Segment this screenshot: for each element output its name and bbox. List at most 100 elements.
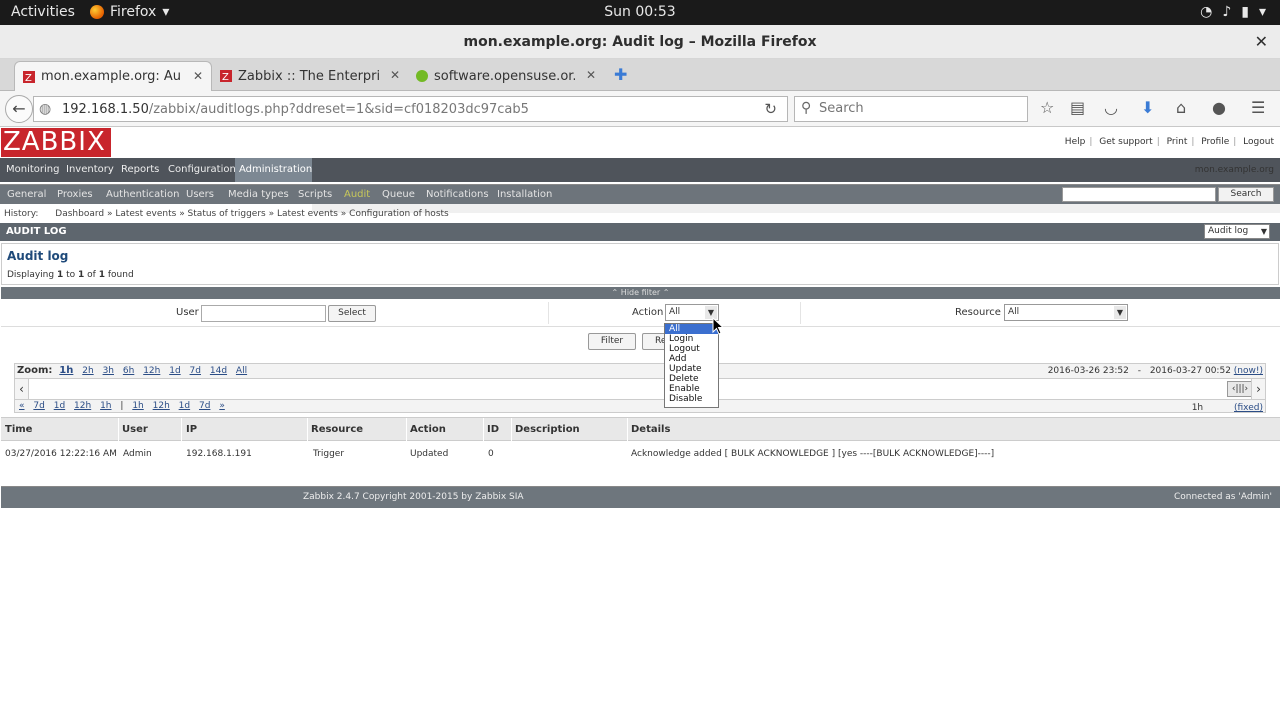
column-header-user: User <box>122 424 148 435</box>
downloads-arrow-icon[interactable]: ⬇ <box>1141 98 1154 117</box>
now-link[interactable]: (now!) <box>1234 366 1263 376</box>
system-tray[interactable]: ◔ ♪ ▮ ▾ <box>1200 4 1266 20</box>
action-option-enable[interactable]: Enable <box>665 384 718 394</box>
profile-link[interactable]: Profile <box>1201 137 1229 147</box>
action-option-update[interactable]: Update <box>665 364 718 374</box>
print-link[interactable]: Print <box>1167 137 1188 147</box>
nav-back-1d[interactable]: 1d <box>54 401 65 411</box>
submenu-audit[interactable]: Audit <box>344 189 370 200</box>
url-bar[interactable]: ◍ 192.168.1.50/zabbix/auditlogs.php?ddre… <box>33 96 788 122</box>
close-tab-icon[interactable]: ✕ <box>586 68 596 82</box>
tab-software-opensuse[interactable]: software.opensuse.or... ✕ <box>408 61 604 91</box>
action-option-add[interactable]: Add <box>665 354 718 364</box>
get-support-link[interactable]: Get support <box>1099 137 1152 147</box>
zoom-current[interactable]: 1h <box>59 365 73 376</box>
new-tab-plus-icon[interactable]: ✚ <box>614 65 627 84</box>
site-info-icon[interactable]: ◍ <box>39 101 51 117</box>
footer-connected-as: Connected as 'Admin' <box>1173 492 1272 502</box>
nav-fwd-7d[interactable]: 7d <box>199 401 210 411</box>
nav-back-7d[interactable]: 7d <box>33 401 44 411</box>
zoom-1d[interactable]: 1d <box>169 366 180 376</box>
web-search-input[interactable] <box>817 100 1017 117</box>
home-icon[interactable]: ⌂ <box>1176 98 1186 117</box>
column-header-time: Time <box>5 424 33 435</box>
close-tab-icon[interactable]: ✕ <box>193 69 203 83</box>
menu-reports[interactable]: Reports <box>117 158 163 182</box>
submenu-scripts[interactable]: Scripts <box>298 189 332 200</box>
logout-link[interactable]: Logout <box>1243 137 1274 147</box>
menu-administration[interactable]: Administration <box>235 158 312 182</box>
submenu-authentication[interactable]: Authentication <box>106 189 179 200</box>
reading-list-icon[interactable]: ▤ <box>1070 98 1085 117</box>
hamburger-menu-icon[interactable]: ☰ <box>1251 98 1265 117</box>
zoom-6h[interactable]: 6h <box>123 366 134 376</box>
activities-button[interactable]: Activities <box>11 4 75 20</box>
user-filter-label: User <box>176 307 199 318</box>
menu-inventory[interactable]: Inventory <box>62 158 118 182</box>
submenu-notifications[interactable]: Notifications <box>426 189 489 200</box>
zoom-3h[interactable]: 3h <box>103 366 114 376</box>
audit-view-select[interactable]: Audit log ▼ <box>1204 224 1270 239</box>
zoom-12h[interactable]: 12h <box>143 366 160 376</box>
menu-monitoring[interactable]: Monitoring <box>2 158 63 182</box>
submenu-installation[interactable]: Installation <box>497 189 552 200</box>
zoom-all[interactable]: All <box>236 366 247 376</box>
url-text[interactable]: 192.168.1.50/zabbix/auditlogs.php?ddrese… <box>62 102 529 117</box>
nav-back-far[interactable]: « <box>19 401 25 411</box>
help-link[interactable]: Help <box>1065 137 1086 147</box>
history-breadcrumb: History: Dashboard » Latest events » Sta… <box>4 209 449 219</box>
nav-fwd-1d[interactable]: 1d <box>179 401 190 411</box>
zoom-7d[interactable]: 7d <box>190 366 201 376</box>
history-links[interactable]: Dashboard » Latest events » Status of tr… <box>55 209 448 219</box>
hide-filter-toggle[interactable]: ⌃ Hide filter ⌃ <box>1 287 1280 299</box>
zabbix-search-input[interactable] <box>1062 187 1216 202</box>
clock[interactable]: Sun 00:53 <box>0 4 1280 20</box>
action-dropdown-list[interactable]: All Login Logout Add Update Delete Enabl… <box>664 323 719 408</box>
submenu-queue[interactable]: Queue <box>382 189 415 200</box>
submenu-proxies[interactable]: Proxies <box>57 189 93 200</box>
resource-filter-select[interactable]: All ▼ <box>1004 304 1128 321</box>
nav-fwd-1h[interactable]: 1h <box>132 401 143 411</box>
zabbix-logo[interactable]: ZABBIX <box>1 128 111 157</box>
nav-fwd-12h[interactable]: 12h <box>153 401 170 411</box>
action-filter-select[interactable]: All ▼ <box>665 304 719 321</box>
scroll-right-arrow-icon[interactable]: › <box>1251 379 1265 399</box>
close-window-icon[interactable]: ✕ <box>1255 32 1268 51</box>
action-option-all[interactable]: All <box>665 324 718 334</box>
tab-audit-log[interactable]: Z mon.example.org: Au... ✕ <box>14 61 212 91</box>
top-links: Help | Get support | Print | Profile | Logou… <box>1064 137 1274 147</box>
submenu-media-types[interactable]: Media types <box>228 189 289 200</box>
scroll-left-arrow-icon[interactable]: ‹ <box>15 379 29 399</box>
period-info: 1h (fixed) <box>1192 403 1263 413</box>
submenu-general[interactable]: General <box>7 189 46 200</box>
timeline-scrollbar[interactable]: ‹ ‹|||› › <box>15 378 1265 400</box>
nav-back-1h[interactable]: 1h <box>100 401 111 411</box>
close-tab-icon[interactable]: ✕ <box>390 68 400 82</box>
action-option-delete[interactable]: Delete <box>665 374 718 384</box>
user-filter-input[interactable] <box>201 305 326 322</box>
nav-fwd-far[interactable]: » <box>219 401 225 411</box>
app-menu[interactable]: Firefox ▾ <box>90 4 169 20</box>
action-option-login[interactable]: Login <box>665 334 718 344</box>
timeline-handle[interactable]: ‹|||› <box>1227 381 1253 397</box>
tab-zabbix-enterprise[interactable]: Z Zabbix :: The Enterpri... ✕ <box>212 61 408 91</box>
web-search-box[interactable]: ⚲ <box>794 96 1028 122</box>
chat-icon[interactable]: ● <box>1212 98 1226 117</box>
nav-back-12h[interactable]: 12h <box>74 401 91 411</box>
zoom-2h[interactable]: 2h <box>82 366 93 376</box>
action-option-disable[interactable]: Disable <box>665 394 718 404</box>
select-user-button[interactable]: Select <box>328 305 376 322</box>
action-option-logout[interactable]: Logout <box>665 344 718 354</box>
fixed-link[interactable]: (fixed) <box>1234 403 1263 413</box>
page-title: Audit log <box>7 249 69 263</box>
cell-id: 0 <box>488 449 494 459</box>
pocket-icon[interactable]: ◡ <box>1104 98 1118 117</box>
reload-icon[interactable]: ↻ <box>764 100 777 118</box>
menu-configuration[interactable]: Configuration <box>164 158 240 182</box>
back-arrow-icon[interactable]: ← <box>5 95 33 123</box>
filter-button[interactable]: Filter <box>588 333 636 350</box>
zabbix-search-button[interactable]: Search <box>1218 187 1274 202</box>
bookmark-star-icon[interactable]: ☆ <box>1040 98 1054 117</box>
submenu-users[interactable]: Users <box>186 189 214 200</box>
zoom-14d[interactable]: 14d <box>210 366 227 376</box>
